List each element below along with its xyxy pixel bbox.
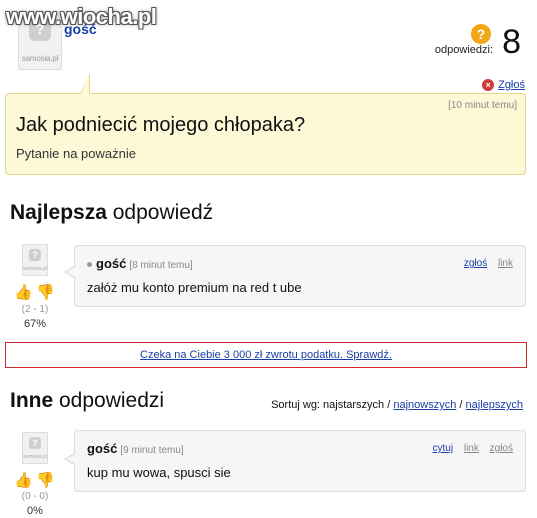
sort-separator: / xyxy=(456,399,466,411)
best-vote-count: (2 - 1) xyxy=(21,304,49,315)
question-title: Jak podniecić mojego chłopaka? xyxy=(16,114,306,136)
answers-label: odpowiedzi: xyxy=(434,44,493,56)
best-answer-header: gość [8 minut temu] xyxy=(87,256,193,271)
question-bubble: [10 minut temu] Jak podniecić mojego chł… xyxy=(5,93,526,175)
avatar-question-icon: ? xyxy=(29,249,41,261)
ad-banner: Czeka na Ciebie 3 000 zł zwrotu podatku.… xyxy=(5,342,527,368)
sort-best-link[interactable]: najlepszych xyxy=(466,399,523,411)
avatar-brand: samosia.pl xyxy=(23,266,47,272)
best-heading-rest: odpowiedź xyxy=(106,201,214,224)
avatar-brand: samosia.pl xyxy=(21,54,59,63)
other-answer-author[interactable]: gość xyxy=(87,441,117,456)
other-answer-avatar[interactable]: ? samosia.pl xyxy=(22,432,48,464)
other-answer-header: gość [9 minut temu] xyxy=(87,441,184,456)
asker-name[interactable]: gość xyxy=(64,21,97,37)
report-link[interactable]: Zgłoś xyxy=(498,79,525,91)
other-answer-bubble: gość [9 minut temu] cytuj link zgłoś kup … xyxy=(74,430,526,492)
other-vote-percent: 0% xyxy=(27,505,43,517)
sort-bar: Sortuj wg: najstarszych / najnowszych / … xyxy=(271,399,523,411)
other-answer-bubble-tail-fill xyxy=(66,454,75,464)
other-answers-heading: Inne odpowiedzi xyxy=(10,389,164,413)
other-vote-count: (0 - 0) xyxy=(21,491,49,502)
report-link[interactable]: zgłoś xyxy=(490,443,513,454)
best-answer-text: załóż mu konto premium na red t ube xyxy=(87,280,302,295)
other-heading-bold: Inne xyxy=(10,389,54,412)
best-answer-avatar[interactable]: ? samosia.pl xyxy=(22,244,48,276)
thumb-up-icon[interactable]: 👍 xyxy=(14,284,33,302)
close-icon: × xyxy=(482,79,495,91)
thumb-down-icon[interactable]: 👎 xyxy=(36,284,55,302)
best-answer-votes: 👍 👎 xyxy=(12,284,58,304)
quote-link[interactable]: cytuj xyxy=(433,443,454,454)
other-answer-actions: cytuj link zgłoś xyxy=(425,443,514,454)
avatar-question-icon: ? xyxy=(29,437,41,449)
permalink[interactable]: link xyxy=(498,258,513,269)
best-answer-heading: Najlepsza odpowiedź xyxy=(10,201,213,225)
avatar-brand: samosia.pl xyxy=(23,454,47,460)
other-heading-rest: odpowiedzi xyxy=(53,389,165,412)
best-vote-percent: 67% xyxy=(23,318,47,330)
question-time: [10 minut temu] xyxy=(448,100,517,111)
answers-counter: ? odpowiedzi: 8 xyxy=(423,22,523,61)
sort-label: Sortuj wg: najstarszych / xyxy=(271,399,391,411)
question-subtitle: Pytanie na poważnie xyxy=(16,146,136,161)
question-bubble-tail-fill xyxy=(81,75,89,94)
question-badge-icon: ? xyxy=(471,24,491,44)
best-heading-bold: Najlepsza xyxy=(10,201,107,224)
other-answer-votes: 👍 👎 xyxy=(12,472,58,492)
other-answer-time: [9 minut temu] xyxy=(120,445,184,456)
other-answer-text: kup mu wowa, spusci sie xyxy=(87,465,231,480)
thumb-down-icon[interactable]: 👎 xyxy=(36,472,55,490)
best-answer-bubble-tail-fill xyxy=(66,267,75,277)
sort-newest-link[interactable]: najnowszych xyxy=(393,399,456,411)
best-answer-author[interactable]: gość xyxy=(96,256,126,271)
thumb-up-icon[interactable]: 👍 xyxy=(14,472,33,490)
best-answer-time: [8 minut temu] xyxy=(129,260,193,271)
ad-link[interactable]: Czeka na Ciebie 3 000 zł zwrotu podatku.… xyxy=(140,349,392,361)
permalink[interactable]: link xyxy=(464,443,479,454)
best-answer-bubble: gość [8 minut temu] zgłoś link załóż mu k… xyxy=(74,245,526,307)
answers-count: 8 xyxy=(502,23,521,61)
status-dot-icon xyxy=(87,262,92,268)
report-question-link[interactable]: × Zgłoś xyxy=(482,79,525,91)
best-answer-actions: zgłoś link xyxy=(456,258,513,269)
report-link[interactable]: zgłoś xyxy=(464,258,487,269)
